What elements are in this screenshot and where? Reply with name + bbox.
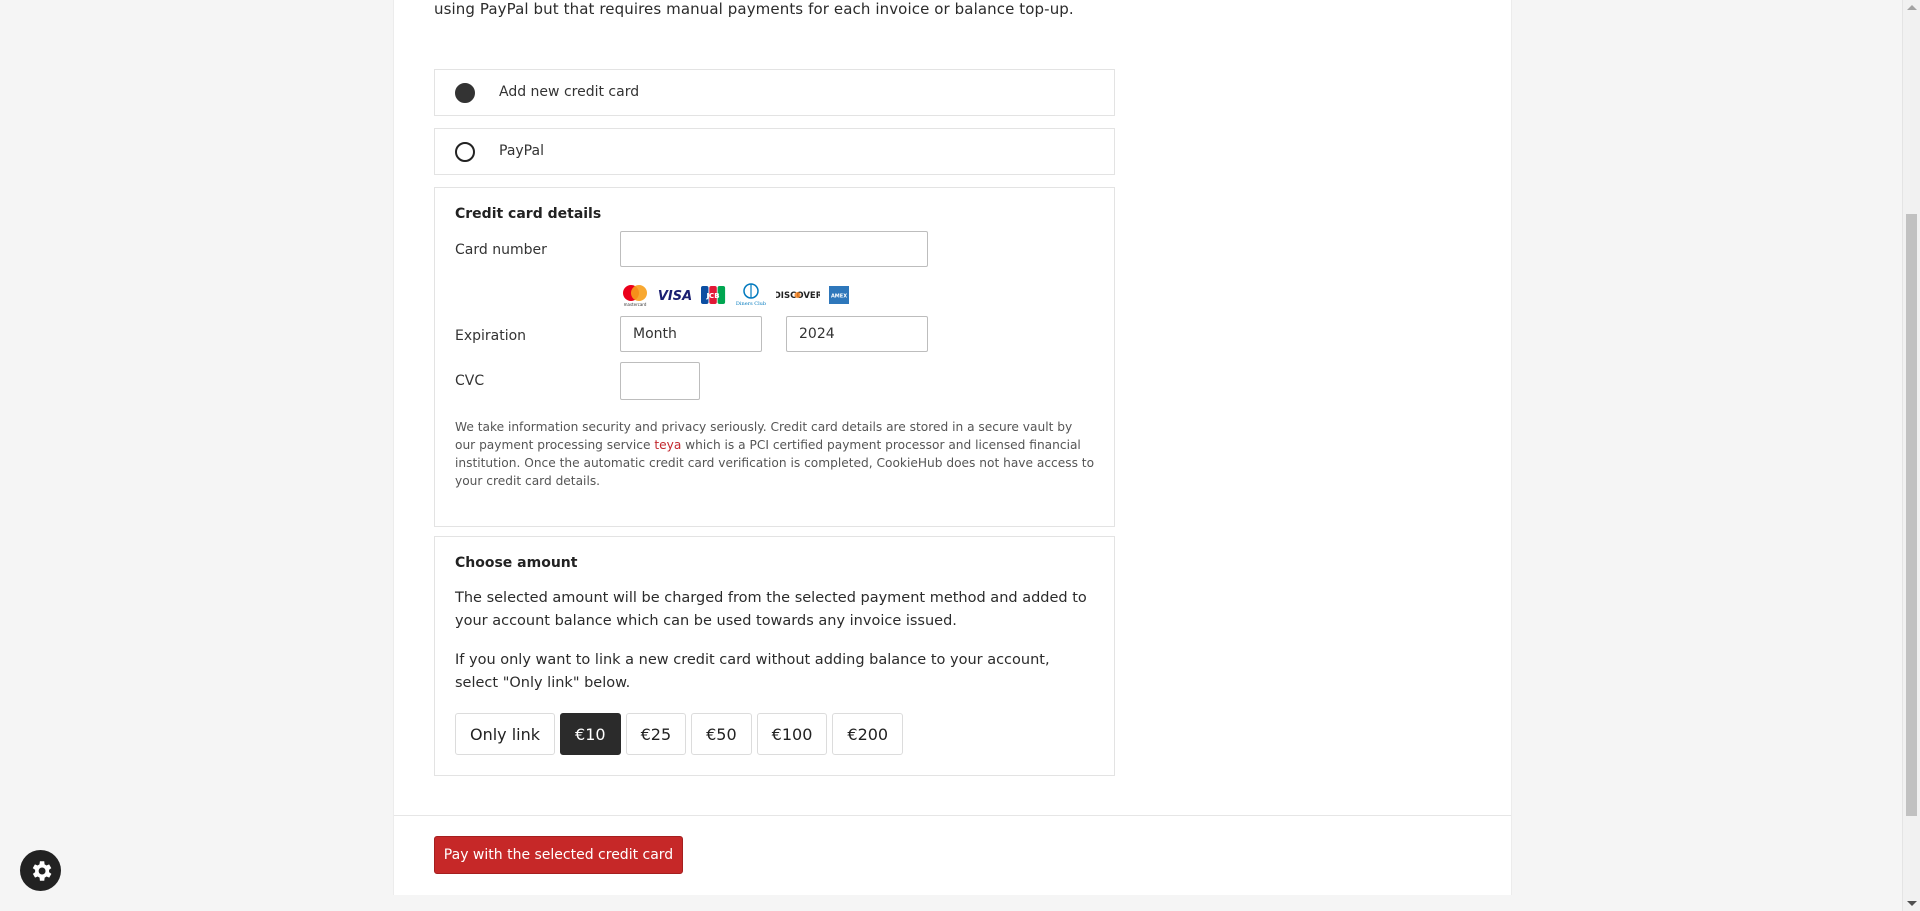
- scroll-up-arrow-icon[interactable]: [1907, 5, 1917, 10]
- card-brand-logos: mastercard VISA JCB Diners Club AMEX: [620, 283, 850, 307]
- cvc-input[interactable]: [620, 362, 700, 400]
- amex-text: AMEX: [831, 294, 847, 300]
- jcb-icon: JCB: [700, 285, 726, 305]
- cvc-label: CVC: [455, 373, 485, 389]
- mastercard-text: mastercard: [624, 302, 647, 307]
- credit-card-panel: Credit card details Card number masterca…: [434, 187, 1115, 527]
- jcb-text: JCB: [705, 292, 719, 300]
- option-add-credit-card[interactable]: Add new credit card: [434, 69, 1115, 116]
- credit-card-heading: Credit card details: [455, 206, 602, 222]
- footer-divider: [394, 815, 1511, 816]
- amount-option-25[interactable]: €25: [625, 713, 687, 755]
- amount-option-only-link[interactable]: Only link: [455, 713, 556, 755]
- amount-options: Only link €10 €25 €50 €100 €200: [455, 713, 904, 755]
- expiration-month-select[interactable]: Month: [620, 316, 762, 352]
- diners-club-icon: Diners Club: [734, 283, 768, 307]
- mastercard-icon: mastercard: [620, 285, 650, 307]
- intro-text: using PayPal but that requires manual pa…: [434, 0, 1074, 18]
- amount-option-200[interactable]: €200: [832, 713, 904, 755]
- amount-option-100[interactable]: €100: [756, 713, 828, 755]
- page-scrollbar[interactable]: [1902, 0, 1920, 911]
- option-label: PayPal: [499, 143, 544, 159]
- security-notice: We take information security and privacy…: [455, 418, 1095, 490]
- american-express-icon: AMEX: [828, 285, 850, 305]
- option-label: Add new credit card: [499, 84, 640, 100]
- diners-text: Diners Club: [736, 301, 766, 307]
- gear-icon: [32, 860, 51, 881]
- content-card: using PayPal but that requires manual pa…: [393, 0, 1512, 895]
- visa-text: VISA: [658, 289, 692, 304]
- teya-link[interactable]: teya: [654, 438, 681, 452]
- card-number-input[interactable]: [620, 231, 928, 267]
- amount-description: The selected amount will be charged from…: [455, 590, 1087, 629]
- option-paypal[interactable]: PayPal: [434, 128, 1115, 175]
- card-number-label: Card number: [455, 242, 547, 258]
- scrollbar-thumb[interactable]: [1906, 214, 1917, 816]
- scroll-down-arrow-icon[interactable]: [1907, 901, 1917, 906]
- amount-option-10[interactable]: €10: [560, 713, 621, 755]
- cookie-settings-button[interactable]: [20, 850, 61, 891]
- choose-amount-panel: Choose amount The selected amount will b…: [434, 536, 1115, 776]
- visa-icon: VISA: [658, 285, 692, 305]
- radio-unselected-icon[interactable]: [455, 142, 475, 162]
- expiration-year-select[interactable]: 2024: [786, 316, 928, 352]
- amount-option-50[interactable]: €50: [691, 713, 752, 755]
- expiration-label: Expiration: [455, 328, 527, 344]
- choose-amount-heading: Choose amount: [455, 555, 578, 571]
- pay-button[interactable]: Pay with the selected credit card: [434, 836, 683, 874]
- only-link-hint: If you only want to link a new credit ca…: [455, 652, 1050, 691]
- radio-selected-icon[interactable]: [455, 83, 475, 103]
- discover-icon: DISCOVER: [776, 285, 820, 305]
